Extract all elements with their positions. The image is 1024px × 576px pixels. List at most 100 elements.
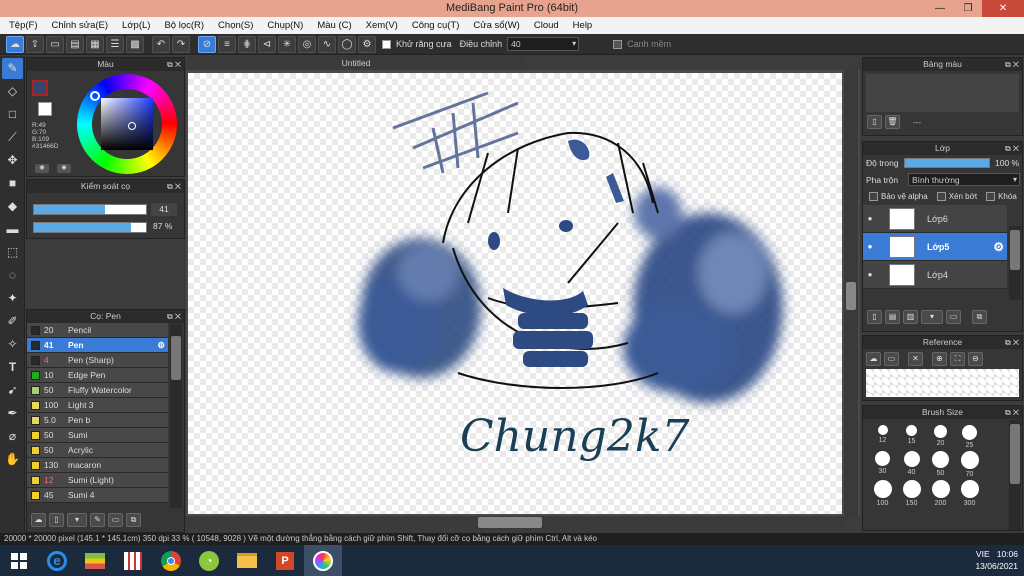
background-color-swatch[interactable] [38,102,52,116]
cloud-icon[interactable]: ☁ [6,35,24,53]
layer-folder-icon[interactable]: ▭ [946,310,961,324]
reference-close-icon[interactable]: ✕ [908,352,923,366]
powerpoint-icon[interactable]: P [266,545,304,576]
internet-explorer-icon[interactable]: e [38,545,76,576]
delete-palette-icon[interactable]: 🗑 [885,115,900,129]
clipping-checkbox[interactable] [936,192,946,201]
eraser-tool-icon[interactable]: ◇ [2,81,23,102]
settings-icon[interactable]: ⚙ [358,35,376,53]
close-button[interactable]: ✕ [982,0,1024,17]
menu-help[interactable]: Help [566,20,600,31]
reference-open-icon[interactable]: ▭ [884,352,899,366]
brush-size-option[interactable]: 30 [868,451,897,478]
new-brush-icon[interactable]: ▯ [49,513,64,527]
folder-icon[interactable]: ▭ [108,513,123,527]
hue-handle[interactable] [90,91,100,101]
brush-size-option[interactable]: 200 [926,480,955,507]
bucket-tool-icon[interactable]: ◆ [2,196,23,217]
gradient-tool-icon[interactable]: ▬ [2,219,23,240]
palette-swatches-area[interactable] [866,74,1019,112]
vanish-snap-icon[interactable]: ⊲ [258,35,276,53]
brush-item[interactable]: 45 Sumi 4 [27,488,168,503]
panel-close-icon[interactable]: ⧉ ✕ [167,180,181,193]
undo-icon[interactable]: ↶ [152,35,170,53]
new-8bit-layer-icon[interactable]: ▥ [903,310,918,324]
layer-item[interactable]: ● Lớp4 [863,261,1007,289]
clock-time[interactable]: 10:06 [997,549,1018,559]
cloud-brush-icon[interactable]: ☁ [31,513,46,527]
new-layer-icon[interactable]: ▯ [867,310,882,324]
lasso-tool-icon[interactable]: ◌ [2,265,23,286]
panel-close-icon[interactable]: ⧉ ✕ [1005,58,1019,71]
visibility-icon[interactable]: ● [863,270,877,279]
visibility-icon[interactable]: ● [863,242,877,251]
brush-item[interactable]: 12 Sumi (Light) [27,473,168,488]
select-eraser-icon[interactable]: ✧ [2,334,23,355]
foreground-color-swatch[interactable] [32,80,48,96]
share-icon[interactable]: ⇪ [26,35,44,53]
minimize-button[interactable]: — [926,0,954,17]
layer-opacity-slider[interactable] [904,158,990,168]
select-pen-icon[interactable]: ✐ [2,311,23,332]
dot-tool-icon[interactable]: ⟋ [2,127,23,148]
menu-layer[interactable]: Lớp(L) [115,20,157,31]
clock-date[interactable]: 13/06/2021 [941,560,1018,572]
radial-snap-icon[interactable]: ✳ [278,35,296,53]
brush-item[interactable]: 100 Light 3 [27,398,168,413]
brush-size-option[interactable]: 20 [926,425,955,449]
reference-view[interactable] [866,369,1019,397]
brush-size-slider[interactable] [33,204,147,215]
brush-item[interactable]: 10 Edge Pen [27,368,168,383]
fit-icon[interactable]: ⛶ [950,352,965,366]
copy-brush-icon[interactable]: ⧉ [126,513,141,527]
brush-item[interactable]: 41 Pen ⚙ [27,338,168,353]
antialias-checkbox[interactable] [382,39,391,49]
layer-item[interactable]: ● Lớp6 [863,205,1007,233]
smooth-checkbox[interactable] [613,39,623,49]
menu-filter[interactable]: Bộ lọc(R) [157,20,211,31]
canvas-horizontal-scroll-thumb[interactable] [478,517,542,528]
menu-edit[interactable]: Chỉnh sửa(E) [45,20,116,31]
panel-close-icon[interactable]: ⧉ ✕ [1005,336,1019,349]
menu-window[interactable]: Cửa sổ(W) [466,20,526,31]
operation-tool-icon[interactable]: ➹ [2,380,23,401]
redo-icon[interactable]: ↷ [172,35,190,53]
brush-list-scrollbar[interactable] [170,324,182,508]
no-snap-icon[interactable]: ⊘ [198,35,216,53]
brush-size-option[interactable]: 12 [868,425,897,449]
brush-item[interactable]: 50 Acrylic [27,443,168,458]
reference-cloud-icon[interactable]: ☁ [866,352,881,366]
color-picker-handle[interactable] [128,122,136,130]
list-icon[interactable]: ☰ [106,35,124,53]
brush-item[interactable]: 20 Pencil [27,323,168,338]
menu-file[interactable]: Tệp(F) [2,20,45,31]
green-app-icon[interactable]: ◔ [190,545,228,576]
menu-select[interactable]: Chọn(S) [211,20,260,31]
panel-close-icon[interactable]: ⧉ ✕ [1005,406,1019,419]
message-icon[interactable]: ▤ [66,35,84,53]
brush-item[interactable]: 50 Fluffy Watercolor [27,383,168,398]
menu-view[interactable]: Xem(V) [359,20,405,31]
grid-app-icon[interactable] [114,545,152,576]
adjust-select[interactable]: 40 [507,37,580,51]
zoom-in-icon[interactable]: ⊕ [932,352,947,366]
layer-list-scrollbar[interactable] [1009,226,1021,300]
brush-size-option[interactable]: 300 [955,480,984,507]
saturation-box[interactable] [101,98,153,150]
menu-tools[interactable]: Công cụ(T) [405,20,467,31]
medibang-taskbar-icon[interactable] [304,545,342,576]
color-swap-button[interactable]: ◉ [57,164,71,173]
rectangle-tool-icon[interactable]: □ [2,104,23,125]
canvas-paper[interactable]: Chung2k7 [188,73,842,514]
fill-rect-tool-icon[interactable]: ■ [2,173,23,194]
language-indicator[interactable]: VIE [976,549,990,559]
brush-size-option[interactable]: 70 [955,451,984,478]
menu-color[interactable]: Màu (C) [310,20,358,31]
circle-snap-icon[interactable]: ◎ [298,35,316,53]
duplicate-layer-icon[interactable]: ⧉ [972,310,987,324]
file-explorer-icon[interactable] [228,545,266,576]
document-icon[interactable]: ▦ [86,35,104,53]
menu-snap[interactable]: Chụp(N) [260,20,310,31]
text-tool-icon[interactable]: T [2,357,23,378]
edit-brush-icon[interactable]: ✎ [90,513,105,527]
